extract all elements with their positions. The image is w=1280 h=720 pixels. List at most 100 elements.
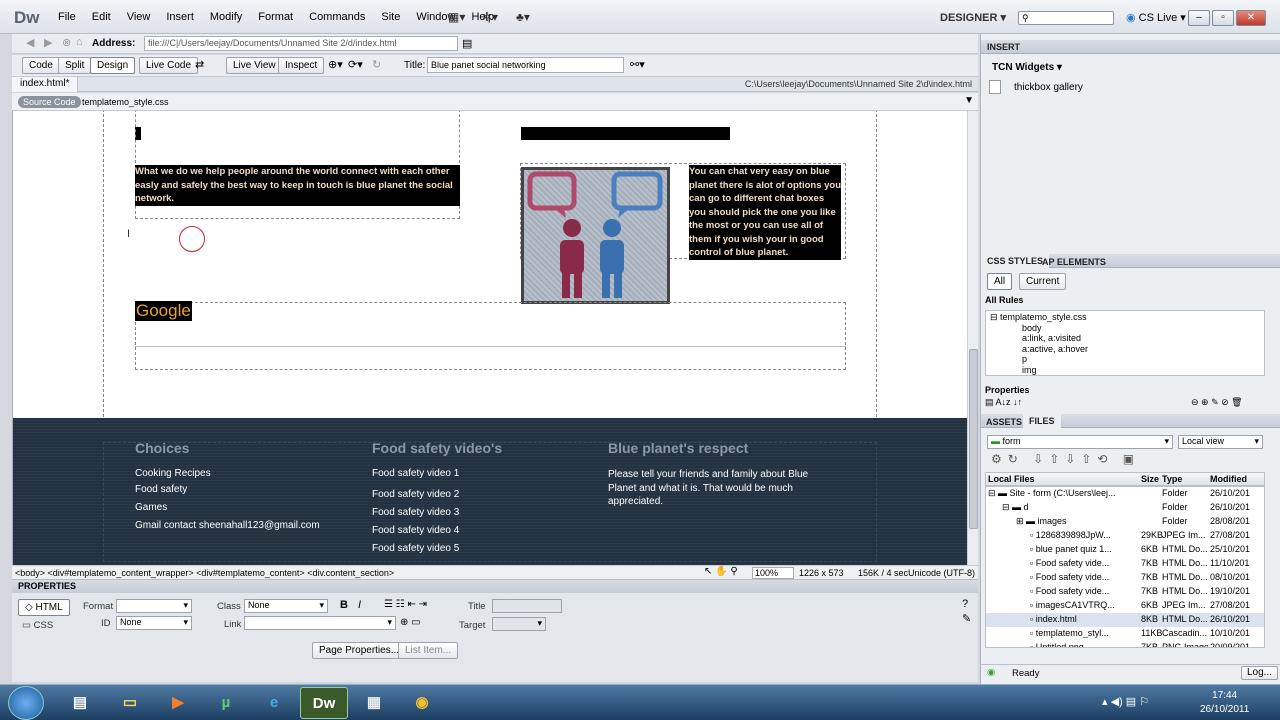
- footer-link-gmail[interactable]: Gmail contact sheenahall123@gmail.com: [135, 520, 320, 531]
- file-row[interactable]: ▫ imagesCA1VTRQ... 6KB JPEG Im... 27/08/201: [986, 599, 1264, 613]
- help-icon[interactable]: ?: [962, 598, 968, 610]
- layout-icon[interactable]: ▦▾: [448, 10, 465, 24]
- tab-index-html[interactable]: index.html*: [12, 77, 79, 92]
- live-code-button[interactable]: Live Code: [139, 57, 199, 74]
- taskbar-ie-icon[interactable]: e: [250, 687, 298, 719]
- point-to-file-icon[interactable]: ⊕ ▭: [400, 617, 421, 628]
- menu-commands[interactable]: Commands: [301, 11, 373, 23]
- css-rule-link[interactable]: a:link, a:visited: [990, 333, 1260, 344]
- refresh-options-icon[interactable]: ⟳▾: [348, 58, 363, 71]
- title-input[interactable]: Blue panet social networking: [427, 57, 624, 73]
- tab-ap-elements[interactable]: AP ELEMENTS: [1037, 256, 1111, 268]
- close-button[interactable]: ✕: [1236, 10, 1266, 26]
- log-button[interactable]: Log...: [1241, 666, 1279, 680]
- file-row[interactable]: ▫ index.html 8KB HTML Do... 26/10/201: [986, 613, 1264, 627]
- browser-options-icon[interactable]: ▤: [462, 37, 472, 50]
- files-toolbar-icons[interactable]: ⚙↻ ⇩⇧⇩⇧⟲ ▣: [991, 452, 1140, 466]
- file-row[interactable]: ⊟ ▬ d Folder 26/10/201: [986, 501, 1264, 515]
- css-rule-p[interactable]: p: [990, 354, 1260, 365]
- taskbar-media-icon[interactable]: ▶: [154, 687, 202, 719]
- extend-icon[interactable]: ✲▾: [482, 10, 498, 24]
- filter-icon[interactable]: ▼: [964, 95, 974, 106]
- html-mode-button[interactable]: ◇ HTML: [18, 599, 70, 616]
- menu-edit[interactable]: Edit: [84, 11, 119, 23]
- google-heading[interactable]: Google: [135, 301, 192, 321]
- tab-files[interactable]: FILES: [1023, 414, 1061, 428]
- taskbar-utorrent-icon[interactable]: µ: [202, 687, 250, 719]
- list-buttons[interactable]: ☰ ☷ ⇤ ⇥: [384, 599, 427, 610]
- footer-video-1[interactable]: Food safety video 1: [372, 468, 459, 479]
- insert-panel-header[interactable]: INSERT: [981, 40, 1280, 54]
- target-select[interactable]: ▾: [492, 617, 546, 631]
- view-select[interactable]: Local view ▾: [1178, 435, 1263, 449]
- list-item-button[interactable]: List Item...: [398, 642, 459, 659]
- format-select[interactable]: ▾: [116, 599, 192, 613]
- split-view-button[interactable]: Split: [58, 57, 92, 74]
- insert-thickbox-gallery[interactable]: thickbox gallery: [1014, 82, 1083, 93]
- file-row[interactable]: ⊞ ▬ images Folder 28/08/201: [986, 515, 1264, 529]
- tray-icons[interactable]: ▴ ◀) ▤ ⚐: [1102, 695, 1149, 708]
- menu-format[interactable]: Format: [250, 11, 301, 23]
- file-row[interactable]: ▫ templatemo_styl... 11KB Cascadin... 10/10…: [986, 627, 1264, 641]
- footer-video-2[interactable]: Food safety video 2: [372, 489, 459, 500]
- taskbar-explorer-icon[interactable]: ▭: [106, 687, 154, 719]
- css-rules-tree[interactable]: ⊟ templatemo_style.css body a:link, a:vi…: [985, 310, 1265, 376]
- menu-insert[interactable]: Insert: [158, 11, 202, 23]
- css-rule-img[interactable]: img: [990, 365, 1260, 376]
- inspect-button[interactable]: Inspect: [278, 57, 325, 74]
- css-sheet-node[interactable]: ⊟ templatemo_style.css: [990, 312, 1260, 323]
- page-properties-button[interactable]: Page Properties...: [312, 642, 407, 659]
- css-rule-active[interactable]: a:active, a:hover: [990, 344, 1260, 355]
- maximize-button[interactable]: ▫: [1212, 10, 1234, 26]
- col-size[interactable]: Size: [1141, 474, 1159, 484]
- taskbar-clock[interactable]: 17:44 26/10/2011: [1200, 689, 1249, 717]
- css-current-button[interactable]: Current: [1019, 273, 1067, 290]
- tag-selector[interactable]: <body> <div#templatemo_content_wrapper> …: [15, 568, 394, 578]
- tab-assets[interactable]: ASSETS: [981, 416, 1027, 428]
- design-view[interactable]: What we do we help people around the wor…: [12, 111, 967, 565]
- file-row[interactable]: ▫ Food safety vide... 7KB HTML Do... 08/10/…: [986, 571, 1264, 585]
- col-modified[interactable]: Modified: [1210, 474, 1247, 484]
- design-view-button[interactable]: Design: [90, 57, 136, 74]
- title-prop-input[interactable]: [492, 599, 562, 613]
- back-icon[interactable]: ◀: [26, 36, 34, 49]
- footer-link-games[interactable]: Games: [135, 502, 167, 513]
- col-type[interactable]: Type: [1162, 474, 1182, 484]
- address-input[interactable]: file:///C|/Users/leejay/Documents/Unname…: [144, 36, 458, 51]
- taskbar-winrar-icon[interactable]: ▤: [56, 687, 104, 719]
- code-view-button[interactable]: Code: [22, 57, 60, 74]
- file-row[interactable]: ▫ blue panet quiz 1... 6KB HTML Do... 25/10…: [986, 543, 1264, 557]
- taskbar-chrome-icon[interactable]: ◉: [398, 687, 446, 719]
- live-view-button[interactable]: Live View: [226, 57, 283, 74]
- footer-video-3[interactable]: Food safety video 3: [372, 507, 459, 518]
- class-select[interactable]: None ▾: [244, 599, 328, 613]
- footer-video-4[interactable]: Food safety video 4: [372, 525, 459, 536]
- check-page-icon[interactable]: ⚯▾: [630, 58, 645, 71]
- italic-button[interactable]: I: [358, 599, 361, 611]
- menu-site[interactable]: Site: [373, 11, 408, 23]
- file-row[interactable]: ▫ Food safety vide... 7KB HTML Do... 11/10/…: [986, 557, 1264, 571]
- home-icon[interactable]: ⌂: [76, 36, 83, 48]
- file-row[interactable]: ⊟ ▬ Site - form (C:\Users\leej... Folder 2…: [986, 487, 1264, 501]
- minimize-button[interactable]: –: [1188, 10, 1210, 26]
- menu-view[interactable]: View: [119, 11, 159, 23]
- id-select[interactable]: None ▾: [116, 616, 192, 630]
- menu-file[interactable]: File: [50, 11, 84, 23]
- preview-icon[interactable]: ⊕▾: [328, 58, 343, 71]
- start-button[interactable]: [8, 686, 44, 720]
- file-row[interactable]: ▫ Untitled.png 7KB PNG Image 20/09/201: [986, 641, 1264, 647]
- bold-button[interactable]: B: [340, 599, 348, 611]
- design-scrollbar[interactable]: [967, 111, 978, 565]
- menu-modify[interactable]: Modify: [202, 11, 250, 23]
- forward-icon[interactable]: ▶: [44, 36, 52, 49]
- footer-link-recipes[interactable]: Cooking Recipes: [135, 468, 211, 479]
- related-file-css[interactable]: templatemo_style.css: [82, 97, 169, 107]
- zoom-select[interactable]: 100%: [752, 567, 794, 579]
- chat-image[interactable]: [521, 167, 670, 304]
- css-all-button[interactable]: All: [987, 273, 1013, 290]
- workspace-switcher[interactable]: DESIGNER ▾: [940, 11, 1006, 24]
- css-rule-body[interactable]: body: [990, 323, 1260, 334]
- file-row[interactable]: ▫ 1286839898JpW... 29KB JPEG Im... 27/08/20…: [986, 529, 1264, 543]
- cs-live-button[interactable]: ◉ CS Live ▾: [1126, 11, 1186, 24]
- quick-tag-icon[interactable]: ✎: [962, 612, 971, 625]
